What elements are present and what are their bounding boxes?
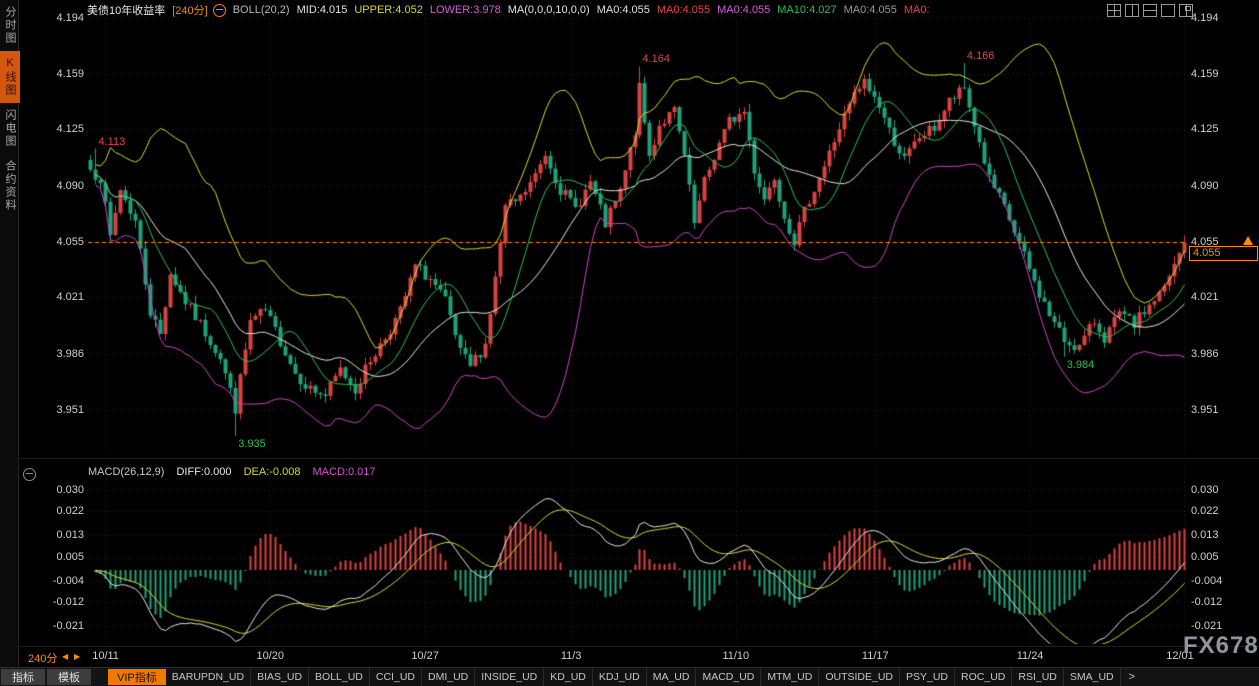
bottom-tab-bar: 指标模板 VIP指标BARUPDN_UDBIAS_UDBOLL_UDCCI_UDD… [0, 667, 1259, 686]
macd-diff-value: DIFF:0.000 [176, 466, 231, 478]
chart-type-sidebar: 分时图K线图闪电图合约资料 [0, 0, 19, 667]
indicator-readout-1: MID:4.015 [297, 4, 348, 16]
macd-label: MACD(26,12,9) [88, 466, 164, 478]
bottom-tab-ma_ud[interactable]: MA_UD [647, 668, 697, 686]
scroll-left-icon[interactable]: ◀ [62, 652, 68, 661]
indicator-readout-2: UPPER:4.052 [354, 4, 422, 16]
macd-header: MACD(26,12,9) DIFF:0.000 DEA:-0.008 MACD… [88, 466, 385, 478]
bottom-tabs-more-button[interactable]: > [1121, 668, 1143, 686]
bottom-tab-roc_ud[interactable]: ROC_UD [955, 668, 1012, 686]
indicator-readout-8: MA10:4.027 [777, 4, 836, 16]
macd-dea-value: DEA:-0.008 [244, 466, 301, 478]
sidebar-item-time-chart[interactable]: 分时图 [0, 0, 20, 51]
indicator-readout-9: MA0:4.055 [844, 4, 897, 16]
bottom-tab-1[interactable]: 模板 [47, 669, 91, 685]
last-price-tag: 4.055 [1189, 246, 1258, 261]
indicator-readout-6: MA0:4.055 [657, 4, 710, 16]
indicator-readout-0: BOLL(20,2) [233, 4, 290, 16]
watermark: FX678 [1183, 632, 1259, 660]
bottom-tab-barupdn_ud[interactable]: BARUPDN_UD [166, 668, 251, 686]
indicator-readout-4: MA(0,0,0,10,0,0) [508, 4, 590, 16]
indicator-readout-5: MA0:4.055 [597, 4, 650, 16]
window-layout-icons [1107, 4, 1193, 17]
layout-hsplit-icon[interactable] [1143, 4, 1157, 17]
sidebar-item-contract-info[interactable]: 合约资料 [0, 154, 20, 218]
price-up-arrow-icon [1243, 236, 1253, 245]
timeframe-label[interactable]: [240分] [172, 2, 207, 18]
timeframe-footer-label: 240分 [28, 650, 57, 666]
bottom-tab-boll_ud[interactable]: BOLL_UD [309, 668, 370, 686]
indicator-readout-3: LOWER:3.978 [430, 4, 501, 16]
bottom-tab-bias_ud[interactable]: BIAS_UD [251, 668, 309, 686]
scroll-right-icon[interactable]: ▶ [74, 652, 80, 661]
sidebar-item-flash-chart[interactable]: 闪电图 [0, 103, 20, 154]
indicator-readout-7: MA0:4.055 [717, 4, 770, 16]
bottom-tab-mtm_ud[interactable]: MTM_UD [761, 668, 819, 686]
bottom-tab-psy_ud[interactable]: PSY_UD [900, 668, 955, 686]
instrument-title: 美债10年收益率 [87, 2, 165, 18]
window-popout-icon[interactable] [1179, 4, 1193, 17]
layout-single-icon[interactable] [1161, 4, 1175, 17]
price-chart-canvas[interactable] [0, 0, 1259, 685]
bottom-tab-rsi_ud[interactable]: RSI_UD [1012, 668, 1064, 686]
bottom-tab-0[interactable]: 指标 [1, 669, 45, 685]
bottom-tab-vip[interactable]: VIP指标 [108, 669, 166, 685]
layout-vsplit-icon[interactable] [1125, 4, 1139, 17]
macd-macd-value: MACD:0.017 [313, 466, 376, 478]
bottom-tab-macd_ud[interactable]: MACD_UD [696, 668, 761, 686]
collapse-macd-icon[interactable] [23, 468, 36, 481]
sidebar-item-kline-chart[interactable]: K线图 [0, 51, 20, 103]
indicator-readout-10: MA0: [904, 4, 930, 16]
collapse-main-indicator-icon[interactable] [213, 4, 226, 17]
bottom-tab-outside_ud[interactable]: OUTSIDE_UD [819, 668, 900, 686]
bottom-tab-dmi_ud[interactable]: DMI_UD [422, 668, 475, 686]
bottom-tab-cci_ud[interactable]: CCI_UD [370, 668, 422, 686]
layout-quad-icon[interactable] [1107, 4, 1121, 17]
bottom-tab-kdj_ud[interactable]: KDJ_UD [593, 668, 647, 686]
bottom-tab-inside_ud[interactable]: INSIDE_UD [475, 668, 544, 686]
chart-header: 美债10年收益率 [240分] BOLL(20,2) MID:4.015 UPPER… [19, 0, 1259, 20]
bottom-tab-kd_ud[interactable]: KD_UD [544, 668, 593, 686]
bottom-tab-sma_ud[interactable]: SMA_UD [1064, 668, 1121, 686]
indicator-readouts: BOLL(20,2) MID:4.015 UPPER:4.052 LOWER:3.97… [233, 4, 937, 16]
